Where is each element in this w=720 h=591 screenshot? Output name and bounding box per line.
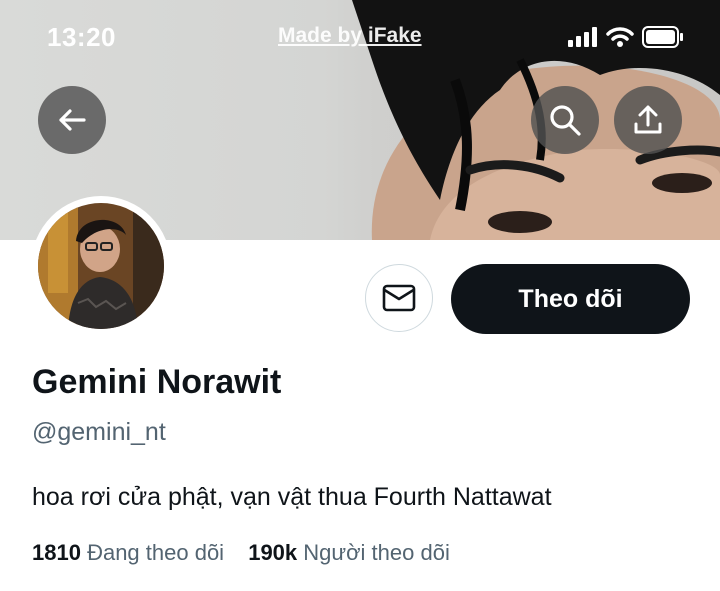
followers-count: 190k xyxy=(248,540,298,565)
following-stat[interactable]: 1810 Đang theo dõi xyxy=(32,540,224,565)
arrow-left-icon xyxy=(59,109,86,131)
profile-name: Gemini Norawit xyxy=(32,363,282,401)
share-button[interactable] xyxy=(614,86,682,154)
signal-icon xyxy=(568,27,597,47)
message-button[interactable] xyxy=(365,264,433,332)
share-upload-icon xyxy=(634,105,662,134)
wifi-icon xyxy=(606,27,634,47)
search-button[interactable] xyxy=(531,86,599,154)
back-button[interactable] xyxy=(38,86,106,154)
follow-button[interactable]: Theo dõi xyxy=(451,264,690,334)
search-icon xyxy=(550,105,581,136)
watermark-text: Made by iFake xyxy=(278,24,422,47)
following-label: Đang theo dõi xyxy=(87,540,225,565)
avatar[interactable] xyxy=(38,203,164,329)
profile-handle: @gemini_nt xyxy=(32,418,166,446)
envelope-icon xyxy=(382,284,416,312)
status-time: 13:20 xyxy=(47,22,116,52)
following-count: 1810 xyxy=(32,540,81,565)
status-icons xyxy=(568,26,684,48)
battery-icon xyxy=(642,26,683,48)
followers-label: Người theo dõi xyxy=(303,540,450,565)
avatar-photo xyxy=(38,203,164,329)
followers-stat[interactable]: 190k Người theo dõi xyxy=(248,540,450,565)
profile-bio: hoa rơi cửa phật, vạn vật thua Fourth Na… xyxy=(32,483,552,511)
avatar-border xyxy=(31,196,171,336)
profile-stats: 1810 Đang theo dõi 190k Người theo dõi xyxy=(32,540,468,566)
